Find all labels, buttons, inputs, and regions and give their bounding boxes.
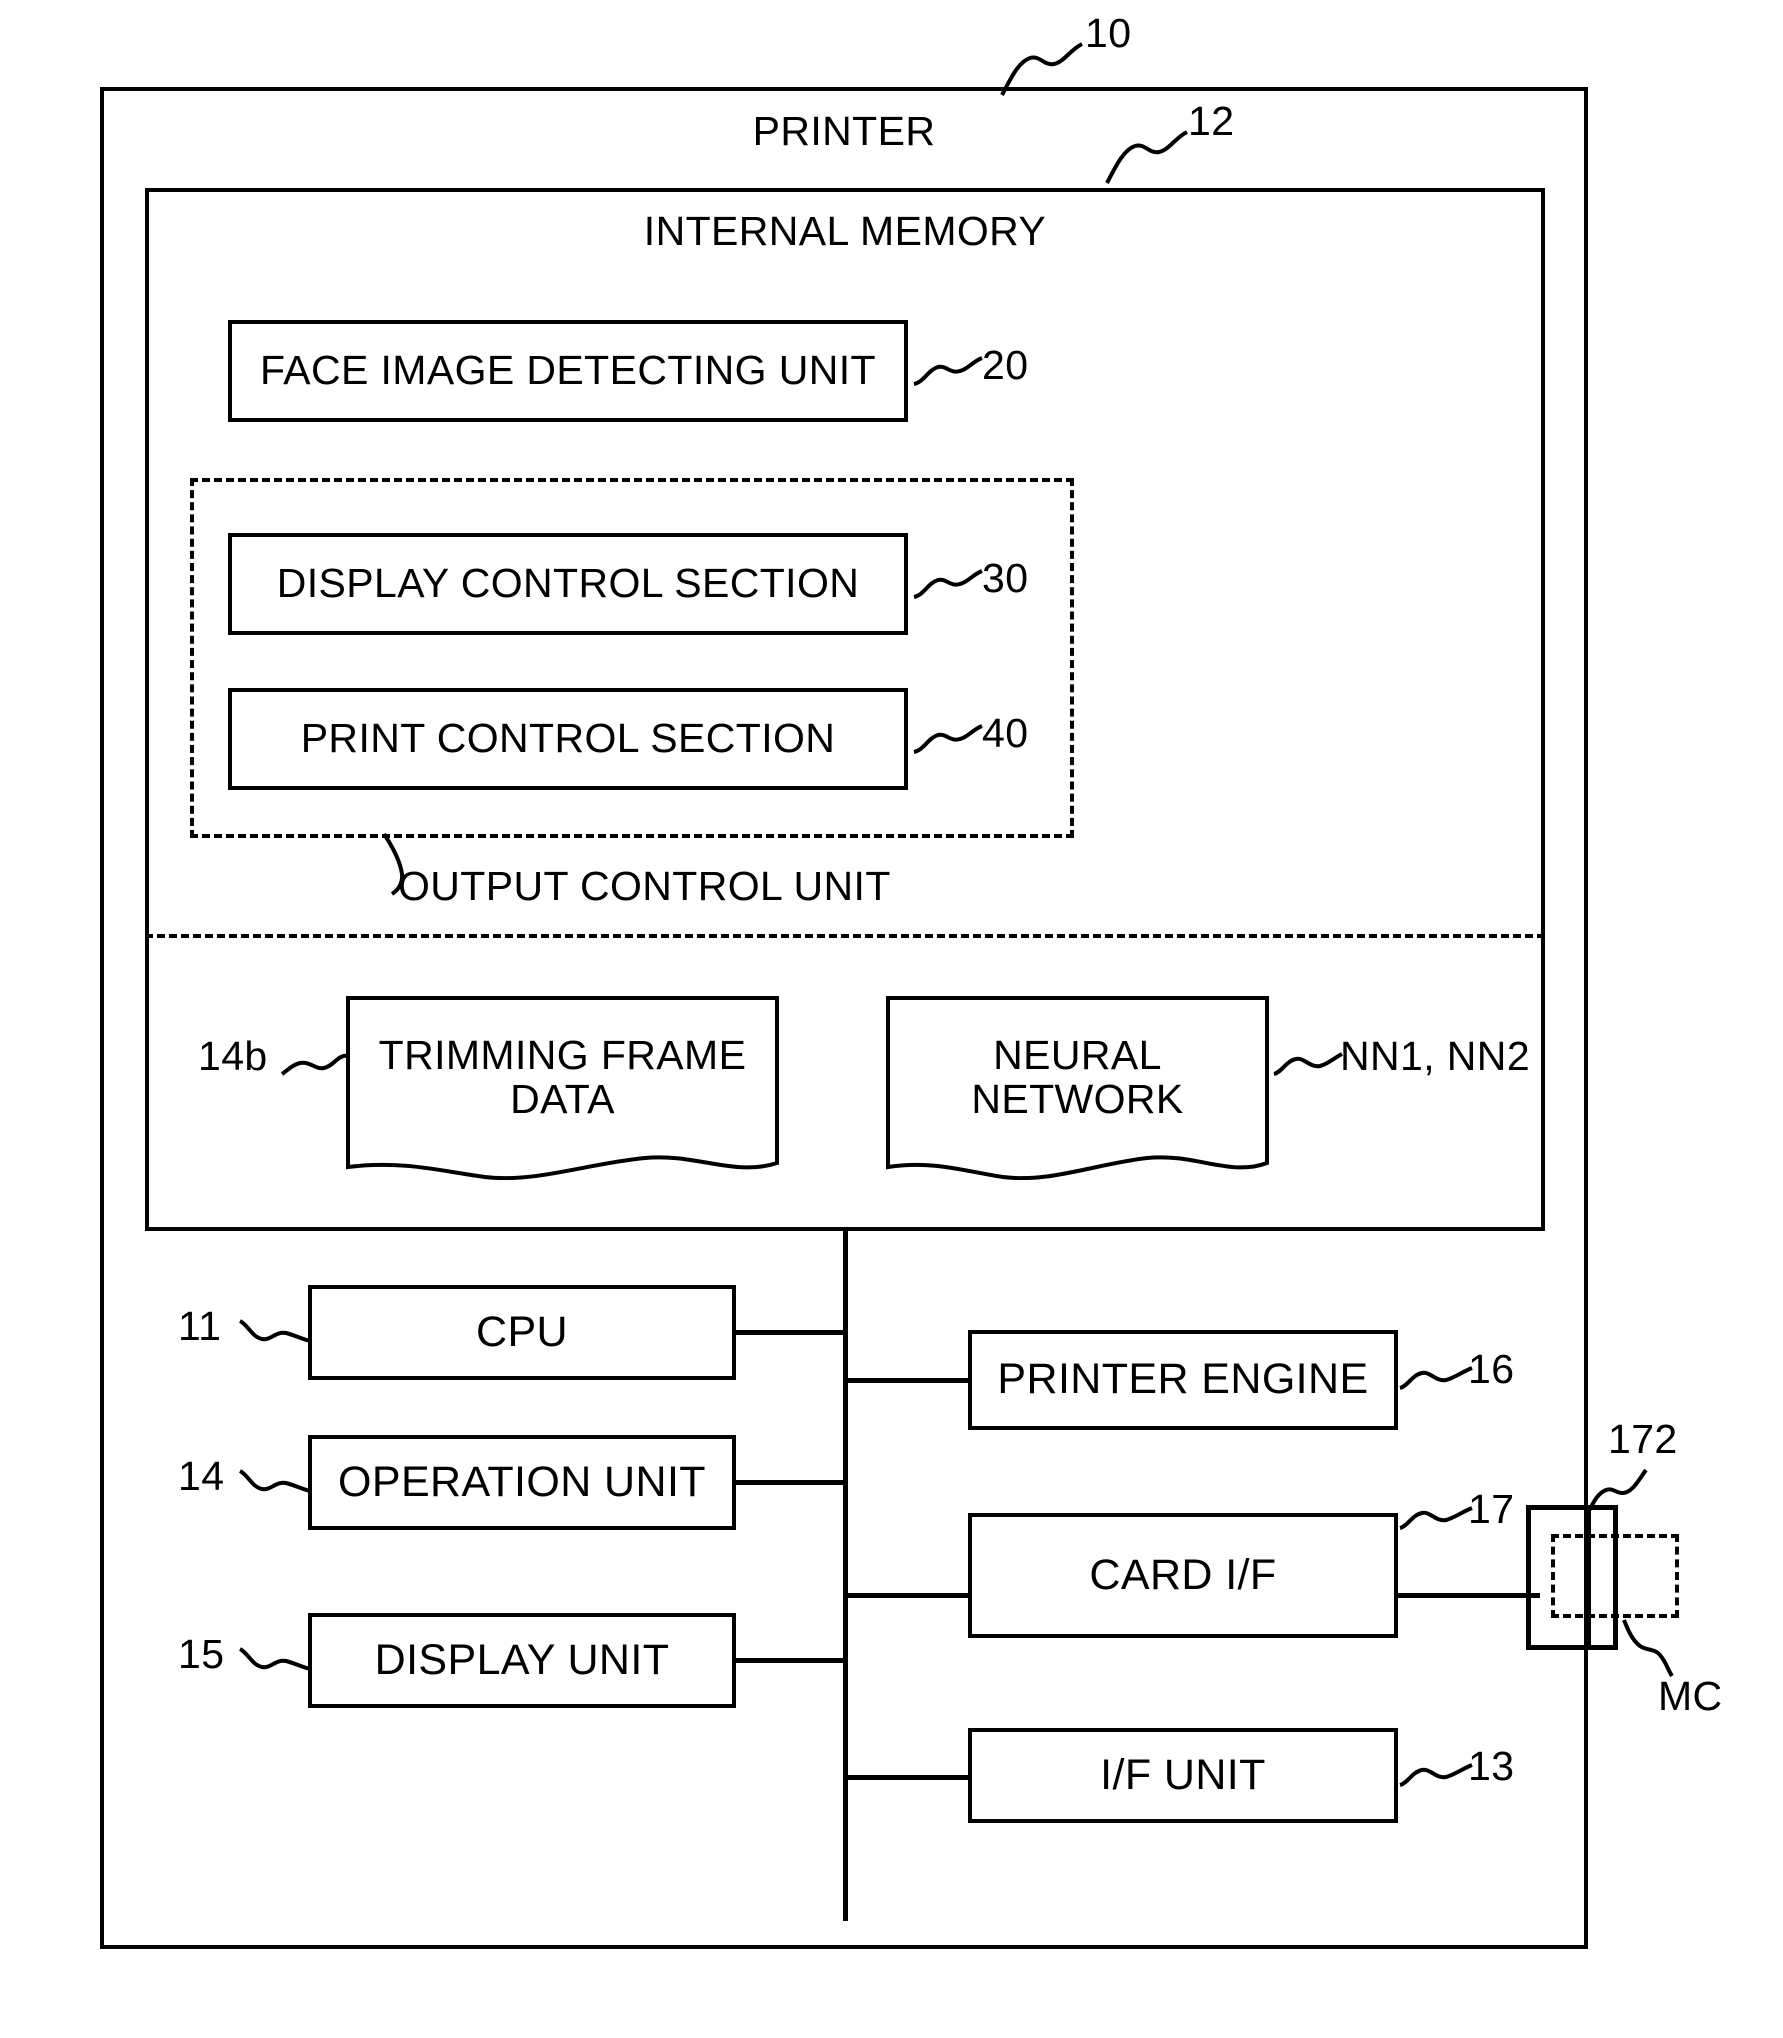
component-printer-engine[interactable]: PRINTER ENGINE [968, 1330, 1398, 1430]
ref-module-30: 30 [982, 555, 1029, 601]
leader-line-operation-unit-ref [238, 1465, 312, 1501]
component-card-if-label: CARD I/F [1089, 1550, 1277, 1599]
data-store-trimming-frame-data[interactable]: TRIMMING FRAME DATA [345, 995, 780, 1180]
ref-memory-card: MC [1658, 1673, 1723, 1719]
leader-line-module-20 [912, 352, 992, 392]
component-if-unit-label: I/F UNIT [1100, 1750, 1266, 1799]
leader-line-cpu-ref [238, 1315, 312, 1351]
leader-line-data-nn [1272, 1048, 1344, 1084]
leader-line-memory-card-ref [1620, 1618, 1688, 1680]
leader-line-card-if-ref [1398, 1502, 1474, 1538]
patent-figure-canvas: 10 PRINTER 12 INTERNAL MEMORY FACE IMAGE… [0, 0, 1783, 2038]
module-print-control-section-label: PRINT CONTROL SECTION [300, 715, 836, 762]
printer-wall-through-slot [1586, 1505, 1591, 1650]
leader-line-module-40 [912, 720, 992, 760]
component-display-unit-label: DISPLAY UNIT [374, 1635, 670, 1684]
bus-link-printer-engine [843, 1378, 972, 1383]
ref-module-20: 20 [982, 342, 1029, 388]
card-if-to-slot-link [1394, 1593, 1540, 1598]
ref-printer: 10 [1085, 10, 1132, 56]
card-slot[interactable] [1526, 1505, 1618, 1650]
leader-line-module-30 [912, 565, 992, 605]
component-card-if[interactable]: CARD I/F [968, 1513, 1398, 1638]
leader-line-data-14b [280, 1048, 352, 1084]
data-store-trimming-frame-data-label: TRIMMING FRAME DATA [378, 1032, 747, 1123]
ref-card-if: 17 [1468, 1486, 1515, 1532]
bus-link-card-if [843, 1593, 972, 1598]
ref-data-14b: 14b [198, 1033, 268, 1079]
leader-line-if-unit-ref [1398, 1759, 1474, 1795]
component-cpu[interactable]: CPU [308, 1285, 736, 1380]
ref-cpu: 11 [178, 1303, 222, 1349]
component-operation-unit[interactable]: OPERATION UNIT [308, 1435, 736, 1530]
leader-line-display-unit-ref [238, 1643, 312, 1679]
component-cpu-label: CPU [476, 1307, 568, 1356]
data-store-neural-network[interactable]: NEURAL NETWORK [885, 995, 1270, 1180]
ref-internal-memory: 12 [1188, 98, 1235, 144]
ref-display-unit: 15 [178, 1631, 225, 1677]
component-if-unit[interactable]: I/F UNIT [968, 1728, 1398, 1823]
internal-memory-title: INTERNAL MEMORY [643, 208, 1047, 254]
module-display-control-section[interactable]: DISPLAY CONTROL SECTION [228, 533, 908, 635]
output-control-unit-caption: OUTPUT CONTROL UNIT [398, 863, 891, 909]
leader-line-card-slot-ref [1582, 1468, 1650, 1520]
internal-memory-divider [145, 934, 1545, 938]
ref-card-slot: 172 [1608, 1416, 1678, 1462]
printer-title: PRINTER [752, 108, 936, 154]
module-display-control-section-label: DISPLAY CONTROL SECTION [276, 560, 860, 607]
component-operation-unit-label: OPERATION UNIT [338, 1457, 706, 1506]
component-printer-engine-label: PRINTER ENGINE [997, 1355, 1369, 1404]
ref-if-unit: 13 [1468, 1743, 1515, 1789]
ref-data-nn: NN1, NN2 [1340, 1033, 1531, 1079]
ref-operation-unit: 14 [178, 1453, 225, 1499]
module-print-control-section[interactable]: PRINT CONTROL SECTION [228, 688, 908, 790]
module-face-image-detecting-unit-label: FACE IMAGE DETECTING UNIT [260, 347, 876, 394]
leader-line-printer-engine-ref [1398, 1362, 1474, 1398]
bus-link-if-unit [843, 1775, 972, 1780]
data-store-neural-network-label: NEURAL NETWORK [971, 1032, 1184, 1123]
ref-printer-engine: 16 [1468, 1346, 1515, 1392]
ref-module-40: 40 [982, 710, 1029, 756]
module-face-image-detecting-unit[interactable]: FACE IMAGE DETECTING UNIT [228, 320, 908, 422]
component-display-unit[interactable]: DISPLAY UNIT [308, 1613, 736, 1708]
bus-link-cpu [736, 1330, 846, 1335]
bus-link-display-unit [736, 1658, 846, 1663]
bus-link-operation-unit [736, 1480, 846, 1485]
